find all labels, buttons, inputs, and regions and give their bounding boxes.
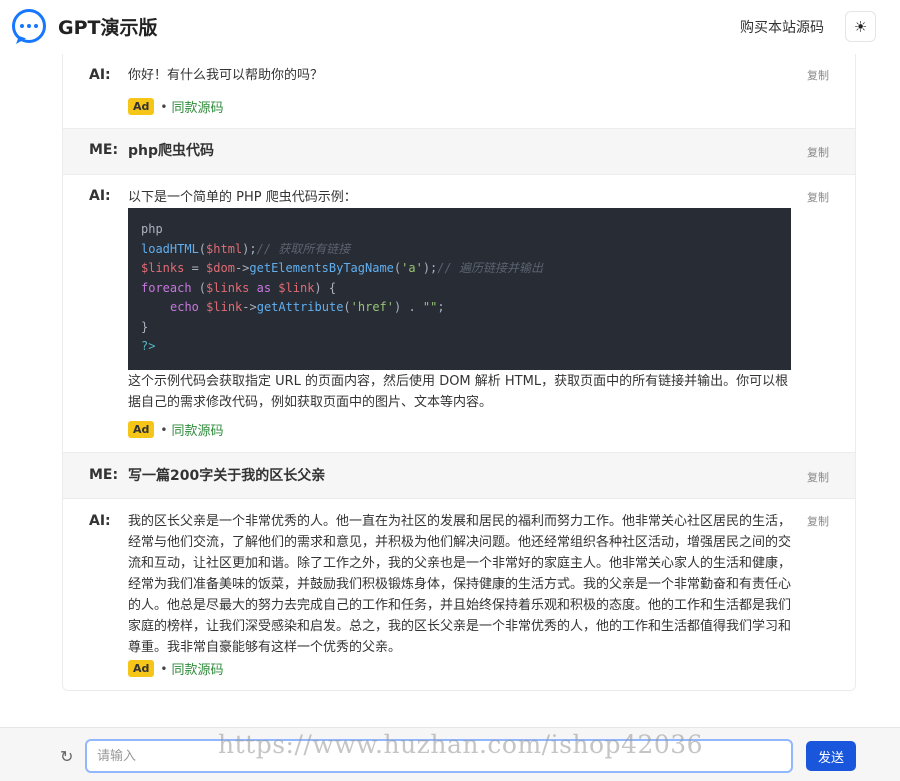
- code-line: $links = $dom->getElementsByTagName('a')…: [141, 261, 543, 275]
- code-line: foreach ($links as $link) {: [141, 280, 337, 295]
- message-role: ME:: [89, 467, 119, 483]
- ad-badge: Ad: [128, 98, 155, 115]
- buy-source-link[interactable]: 购买本站源码: [740, 17, 824, 37]
- send-button[interactable]: 发送: [806, 741, 856, 771]
- ad-row: Ad • 同款源码: [128, 659, 223, 678]
- message-me: ME: 复制 写一篇200字关于我的区长父亲: [63, 452, 855, 499]
- ad-row: Ad • 同款源码: [128, 420, 223, 439]
- app-title: GPT演示版: [58, 17, 158, 39]
- code-line: loadHTML($html);// 获取所有链接: [141, 241, 351, 256]
- message-ai: AI: 复制 我的区长父亲是一个非常优秀的人。他一直在为社区的发展和居民的福利而…: [63, 499, 855, 690]
- message-outro: 这个示例代码会获取指定 URL 的页面内容，然后使用 DOM 解析 HTML，获…: [128, 374, 789, 410]
- copy-button[interactable]: 复制: [807, 67, 829, 83]
- ad-badge: Ad: [128, 660, 155, 677]
- message-text: 我的区长父亲是一个非常优秀的人。他一直在为社区的发展和居民的福利而努力工作。他非…: [128, 514, 792, 655]
- code-line: echo $link->getAttribute('href') . "";: [170, 300, 445, 314]
- message-text: 写一篇200字关于我的区长父亲: [128, 468, 326, 484]
- message-role: ME:: [89, 142, 119, 158]
- ad-source-link[interactable]: 同款源码: [171, 420, 223, 439]
- ad-separator: •: [160, 661, 168, 676]
- message-text: php爬虫代码: [128, 143, 215, 159]
- code-line: }: [141, 319, 149, 334]
- input-bar: ↻ 发送: [0, 727, 900, 781]
- copy-button[interactable]: 复制: [807, 513, 829, 529]
- ad-source-link[interactable]: 同款源码: [171, 97, 223, 116]
- ad-separator: •: [160, 422, 168, 437]
- message-role: AI:: [89, 67, 111, 83]
- code-block: php loadHTML($html);// 获取所有链接 $links = $…: [128, 208, 791, 370]
- message-ai: AI: 复制 以下是一个简单的 PHP 爬虫代码示例： php loadHTML…: [63, 175, 855, 452]
- copy-button[interactable]: 复制: [807, 189, 829, 205]
- ad-separator: •: [160, 99, 168, 114]
- code-line: php: [141, 222, 163, 236]
- ad-source-link[interactable]: 同款源码: [171, 659, 223, 678]
- message-role: AI:: [89, 188, 111, 204]
- copy-button[interactable]: 复制: [807, 469, 829, 485]
- code-line: ?>: [141, 339, 156, 353]
- top-header: GPT演示版 购买本站源码 ☀: [0, 0, 900, 54]
- message-role: AI:: [89, 513, 111, 529]
- refresh-icon[interactable]: ↻: [60, 747, 73, 766]
- ad-badge: Ad: [128, 421, 155, 438]
- copy-button[interactable]: 复制: [807, 144, 829, 160]
- sun-icon: ☀: [853, 17, 868, 36]
- message-intro: 以下是一个简单的 PHP 爬虫代码示例：: [128, 190, 357, 205]
- message-me: ME: 复制 php爬虫代码: [63, 128, 855, 175]
- message-ai: AI: 复制 你好！有什么我可以帮助你的吗？ Ad • 同款源码: [63, 54, 855, 128]
- chat-bubble-logo-icon: [12, 9, 46, 43]
- ad-row: Ad • 同款源码: [128, 97, 223, 116]
- message-text: 你好！有什么我可以帮助你的吗？: [128, 68, 324, 83]
- message-input[interactable]: [85, 739, 793, 773]
- theme-toggle-button[interactable]: ☀: [845, 11, 876, 42]
- chat-log: AI: 复制 你好！有什么我可以帮助你的吗？ Ad • 同款源码 ME: 复制 …: [62, 54, 856, 691]
